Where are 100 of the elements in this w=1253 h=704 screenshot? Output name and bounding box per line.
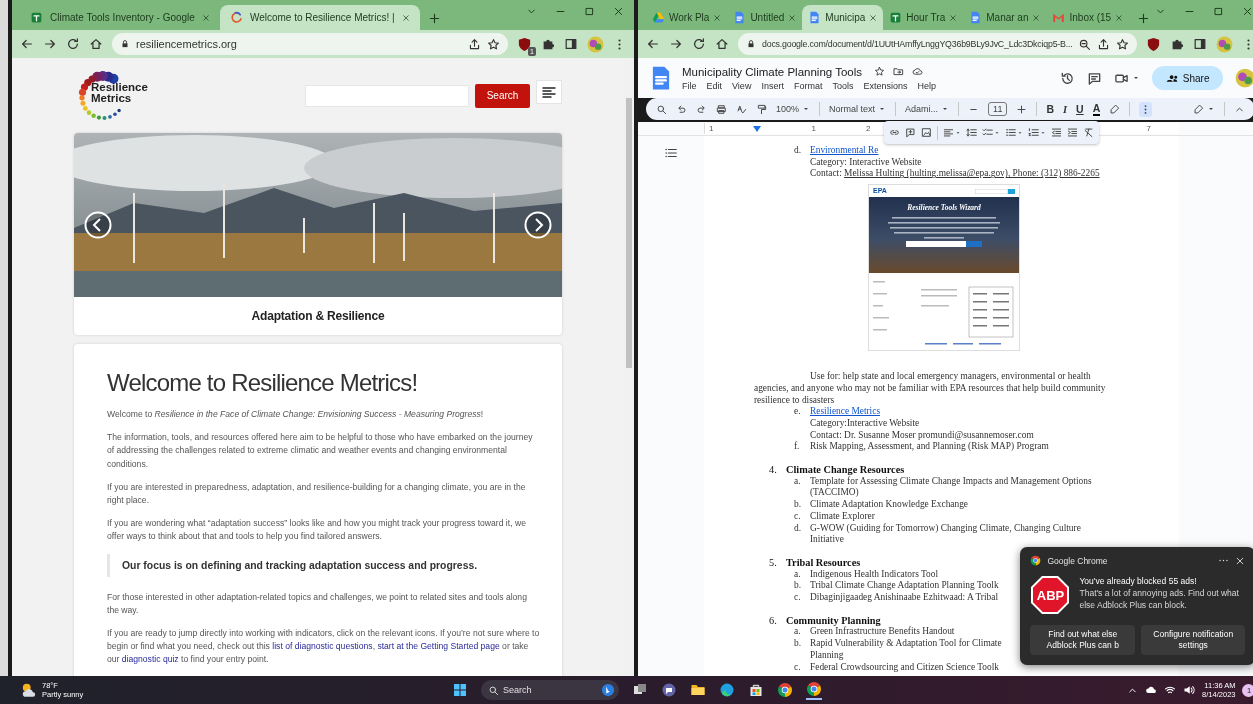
bulleted-list-icon[interactable] [1005,127,1016,138]
decrease-indent-icon[interactable] [1051,127,1062,138]
menu-item[interactable]: Help [917,80,936,91]
link-icon[interactable] [889,127,900,138]
chrome-icon[interactable] [777,682,793,698]
document-link[interactable]: Environmental Re [810,145,879,157]
clear-formatting-icon[interactable] [1083,127,1094,138]
sidebar-icon[interactable] [1193,37,1208,51]
folder-icon[interactable] [690,682,706,698]
increase-indent-icon[interactable] [1067,127,1078,138]
zoom-dropdown[interactable]: 100% [776,104,811,114]
search-field[interactable] [305,84,469,107]
close-icon[interactable] [1235,555,1246,566]
previous-slide-icon[interactable] [84,211,112,239]
italic-button[interactable]: I [1063,103,1068,115]
image-icon[interactable] [921,127,932,138]
history-icon[interactable] [1059,70,1075,86]
edge-icon[interactable] [719,682,735,698]
plus-icon[interactable] [1016,103,1028,115]
highlighter-icon[interactable] [1109,103,1121,115]
paint-format-icon[interactable] [756,103,767,115]
share-icon[interactable] [1097,37,1111,51]
shield-icon[interactable] [1146,36,1162,52]
text-link[interactable]: list of diagnostic questions [272,641,373,652]
undo-icon[interactable] [676,103,687,115]
back-icon[interactable] [646,37,660,51]
share-button[interactable]: Share [1151,66,1224,90]
numbered-list-icon[interactable] [1028,127,1039,138]
address-bar[interactable]: docs.google.com/document/d/1UUtHAmffyLnggYQ36b9BLy9JvC_Ldc3Dkciqp5-B... [738,33,1138,55]
redo-icon[interactable] [696,103,707,115]
spellcheck-icon[interactable] [736,103,747,115]
share-icon[interactable] [468,37,481,51]
maximize-icon[interactable] [584,5,595,17]
contact-link[interactable]: Melissa Hulting (hulting.melissa@epa.gov), Phone: (312) 886-2265 [844,168,1100,179]
close-icon[interactable] [613,5,624,17]
browser-tab[interactable]: Inbox (15 [1046,5,1130,30]
close-icon[interactable] [1242,5,1253,17]
browser-tab[interactable]: Municipa [802,5,884,30]
document-link[interactable]: Resilience Metrics [810,406,881,418]
notification-button[interactable]: Configure notification settings [1141,625,1246,655]
text-link[interactable]: start at the Getting Started page [377,641,500,652]
sidebar-icon[interactable] [564,37,578,51]
search-button[interactable]: Search [475,83,530,108]
chat-icon[interactable] [661,682,677,698]
store-icon[interactable] [748,682,764,698]
underline-button[interactable]: U [1076,103,1084,115]
search-icon[interactable] [656,103,667,115]
comments-icon[interactable] [1086,70,1102,86]
new-tab-icon[interactable] [427,12,441,25]
bing-icon[interactable] [601,683,615,697]
style-dropdown[interactable]: Normal text [829,104,887,114]
text-color-button[interactable]: A [1092,102,1101,116]
font-dropdown[interactable]: Adami... [905,104,950,114]
menu-button[interactable] [536,79,562,104]
menu-item[interactable]: Edit [706,80,723,91]
avatar-icon[interactable] [587,35,604,53]
forward-icon[interactable] [669,37,683,51]
menu-item[interactable]: File [682,80,697,91]
browser-tab[interactable]: Welcome to Resilience Metrics! | [219,5,420,30]
document-title[interactable]: Municipality Climate Planning Tools [682,65,863,78]
notification-button[interactable]: Find out what else Adblock Plus can b [1030,625,1135,655]
home-icon[interactable] [715,37,729,51]
outline-icon[interactable] [664,146,678,160]
menu-item[interactable]: View [732,80,752,91]
maximize-icon[interactable] [1213,5,1225,17]
star-icon[interactable] [487,37,500,51]
back-icon[interactable] [20,37,34,51]
more-button[interactable] [1139,101,1153,117]
zoom-icon[interactable] [1078,37,1092,51]
new-tab-icon[interactable] [1137,12,1151,25]
browser-tab[interactable]: Untitled [727,5,803,30]
cloud-saved-icon[interactable] [912,66,924,77]
menu-item[interactable]: Extensions [863,80,908,91]
menu-item[interactable]: Tools [832,80,854,91]
move-folder-icon[interactable] [893,66,905,77]
pencil-icon[interactable] [1193,103,1205,115]
shield-icon[interactable] [517,36,532,52]
cloud-icon[interactable] [1145,684,1158,696]
wifi-icon[interactable] [1164,684,1177,696]
home-icon[interactable] [89,37,103,51]
close-icon[interactable] [869,13,878,22]
close-icon[interactable] [401,13,410,22]
reload-icon[interactable] [692,37,706,51]
line-spacing-icon[interactable] [966,127,977,138]
star-icon[interactable] [1116,37,1130,51]
browser-tab[interactable]: Work Pla [646,5,728,30]
bold-button[interactable]: B [1046,103,1054,115]
start-icon[interactable] [452,682,468,698]
forward-icon[interactable] [43,37,57,51]
menu-item[interactable]: Insert [761,80,784,91]
menu-item[interactable]: Format [793,80,823,91]
star-icon[interactable] [874,66,886,77]
chrome-icon[interactable] [806,680,822,697]
next-slide-icon[interactable] [524,211,552,239]
search-field[interactable]: Search [481,680,619,700]
browser-tab[interactable]: Climate Tools Inventory - Google [20,5,220,30]
reload-icon[interactable] [66,37,80,51]
volume-icon[interactable] [1183,684,1196,696]
browser-tab[interactable]: Manar an [963,5,1047,30]
align-icon[interactable] [943,127,954,138]
